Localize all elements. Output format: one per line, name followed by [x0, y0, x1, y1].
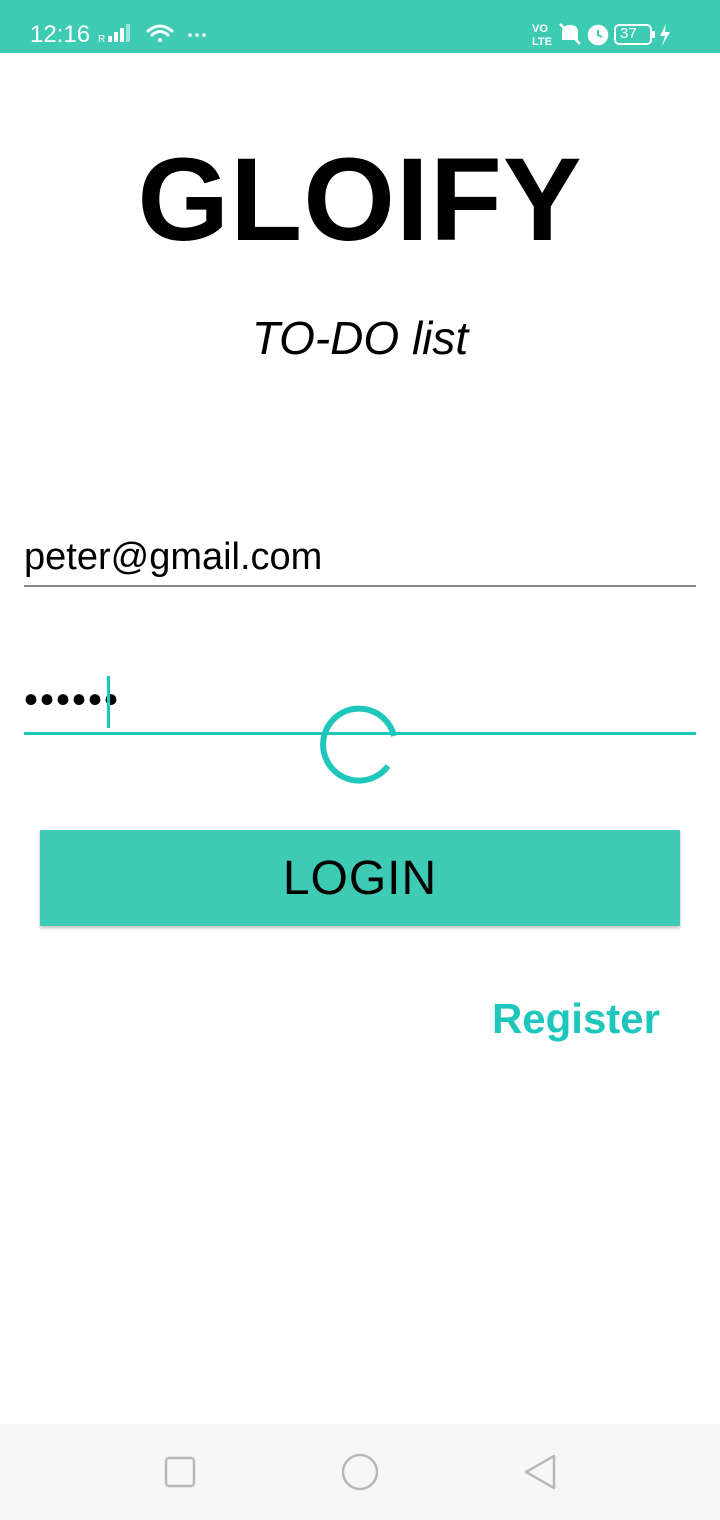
- volte-icon: VO LTE: [532, 23, 552, 48]
- signal-icon: R: [98, 24, 130, 45]
- wifi-icon: [146, 24, 174, 42]
- email-field[interactable]: peter@gmail.com: [24, 533, 696, 587]
- register-link[interactable]: Register: [492, 993, 660, 1045]
- svg-text:VO: VO: [532, 23, 548, 35]
- navigation-bar: [0, 1424, 720, 1520]
- text-caret: [107, 676, 110, 728]
- status-left-icons: R: [98, 22, 208, 51]
- battery-level: 37: [620, 25, 637, 42]
- app-title: GLOIFY: [137, 134, 583, 266]
- mute-icon: [559, 23, 581, 45]
- back-triangle-icon[interactable]: [520, 1452, 560, 1492]
- loading-spinner-icon: [318, 700, 402, 789]
- svg-text:LTE: LTE: [532, 36, 552, 48]
- status-bar: 12:16 R VO LTE 37: [0, 0, 720, 53]
- recents-square-icon[interactable]: [160, 1452, 200, 1492]
- svg-text:R: R: [98, 34, 105, 45]
- status-time: 12:16: [30, 21, 91, 48]
- login-button[interactable]: LOGIN: [40, 830, 680, 926]
- alarm-icon: [587, 24, 609, 46]
- home-circle-icon[interactable]: [340, 1452, 380, 1492]
- charging-icon: [660, 24, 670, 46]
- app-subtitle: TO-DO list: [251, 312, 469, 364]
- status-right-icons: VO LTE 37: [532, 20, 692, 55]
- more-dots-icon: [188, 33, 206, 37]
